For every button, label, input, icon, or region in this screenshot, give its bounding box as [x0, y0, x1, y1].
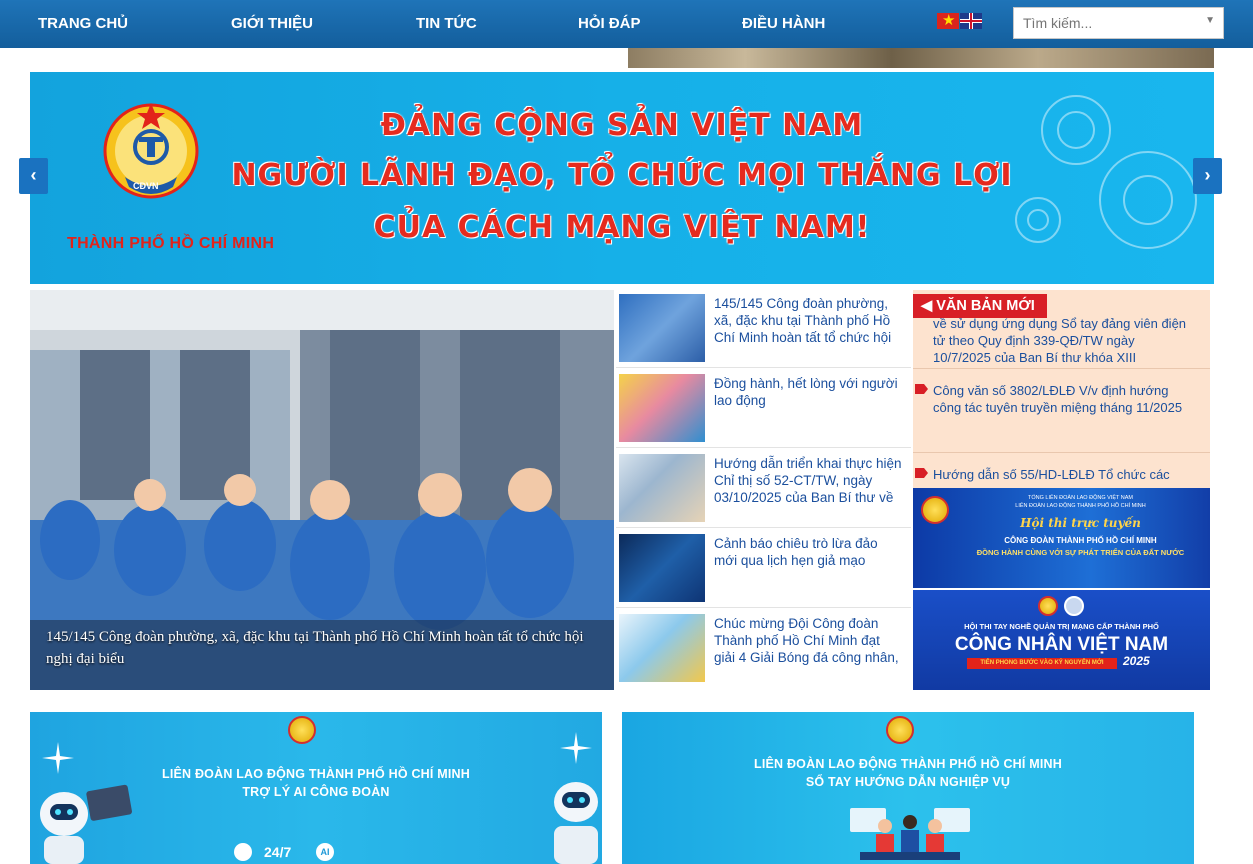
news-title[interactable]: Hướng dẫn triển khai thực hiện Chỉ thị s… [714, 455, 904, 506]
promo2-year: 2025 [1123, 654, 1150, 668]
list-item[interactable]: Đồng hành, hết lòng với người lao động [616, 370, 911, 448]
list-item[interactable]: Chúc mừng Đội Công đoàn Thành phố Hồ Chí… [616, 610, 911, 688]
news-list: 145/145 Công đoàn phường, xã, đặc khu tạ… [616, 290, 911, 690]
dropdown-caret-icon[interactable]: ▼ [1205, 15, 1215, 26]
robot-icon [554, 732, 598, 864]
news-thumbnail[interactable] [619, 454, 705, 522]
flag-bullet-icon [915, 468, 928, 478]
ai-icon: AI [316, 843, 334, 861]
documents-panel: về sử dụng ứng dụng Sổ tay đảng viên điệ… [913, 290, 1210, 488]
news-title[interactable]: 145/145 Công đoàn phường, xã, đặc khu tạ… [714, 295, 904, 346]
promo-line-1: CÔNG ĐOÀN THÀNH PHỐ HỒ CHÍ MINH [1004, 536, 1157, 545]
card2-line-1: LIÊN ĐOÀN LAO ĐỘNG THÀNH PHỐ HỒ CHÍ MINH [754, 757, 1062, 771]
vietnam-flag-icon[interactable]: ★ [937, 12, 959, 29]
news-thumbnail[interactable] [619, 614, 705, 682]
promo-org-line-1: TỔNG LIÊN ĐOÀN LAO ĐỘNG VIỆT NAM [1027, 495, 1134, 501]
news-title[interactable]: Cảnh báo chiêu trò lừa đảo mới qua lịch … [714, 535, 904, 569]
union-badge-icon [921, 496, 949, 524]
slider-prev-button[interactable]: ‹ [19, 158, 48, 194]
document-title[interactable]: về sử dụng ứng dụng Sổ tay đảng viên điệ… [933, 315, 1195, 366]
featured-caption[interactable]: 145/145 Công đoàn phường, xã, đặc khu tạ… [46, 626, 606, 670]
promo2-line-2: CÔNG NHÂN VIỆT NAM [954, 634, 1169, 655]
document-title[interactable]: Hướng dẫn số 55/HD-LĐLĐ Tổ chức các [933, 466, 1195, 483]
flag-bullet-icon [915, 384, 928, 394]
promo2-line-3: TIÊN PHONG BƯỚC VÀO KỶ NGUYÊN MỚI [967, 658, 1117, 669]
documents-heading-text: VĂN BẢN MỚI [936, 298, 1035, 314]
support-icon [234, 843, 252, 861]
robot-laptop-icon [40, 742, 132, 864]
megaphone-icon: ◀ [921, 298, 933, 314]
emblem-icon [1064, 596, 1084, 616]
team-meeting-icon [850, 808, 970, 860]
ai-assistant-card[interactable]: LIÊN ĐOÀN LAO ĐỘNG THÀNH PHỐ HỒ CHÍ MINH… [30, 712, 602, 864]
gears-decoration-icon [1015, 95, 1197, 249]
news-title[interactable]: Đồng hành, hết lòng với người lao động [714, 375, 904, 409]
document-title[interactable]: Công văn số 3802/LĐLĐ V/v định hướng côn… [933, 382, 1195, 416]
slider-next-button[interactable]: › [1193, 158, 1222, 194]
search-box[interactable]: ▼ [1013, 7, 1224, 39]
promo-banner-worker[interactable]: HỘI THI TAY NGHỀ QUẢN TRỊ MẠNG CẤP THÀNH… [913, 590, 1210, 690]
divider [913, 368, 1210, 369]
hero-banner[interactable]: CĐVN THÀNH PHỐ HỒ CHÍ MINH ĐẢNG CỘNG SẢN… [30, 72, 1214, 284]
search-input[interactable] [1014, 8, 1192, 38]
promo-banner-contest[interactable]: TỔNG LIÊN ĐOÀN LAO ĐỘNG VIỆT NAM LIÊN ĐO… [913, 488, 1210, 588]
divider [913, 452, 1210, 453]
nav-item-about[interactable]: GIỚI THIỆU [231, 15, 313, 32]
nav-item-qa[interactable]: HỎI ĐÁP [578, 15, 641, 32]
featured-article[interactable]: 145/145 Công đoàn phường, xã, đặc khu tạ… [30, 290, 614, 690]
handbook-card[interactable]: LIÊN ĐOÀN LAO ĐỘNG THÀNH PHỐ HỒ CHÍ MINH… [622, 712, 1194, 864]
news-thumbnail[interactable] [619, 534, 705, 602]
card1-hours: 24/7 [264, 844, 292, 860]
union-badge-icon [1038, 596, 1058, 616]
list-item[interactable]: 145/145 Công đoàn phường, xã, đặc khu tạ… [616, 290, 911, 368]
list-item[interactable]: Cảnh báo chiêu trò lừa đảo mới qua lịch … [616, 530, 911, 608]
nav-item-management[interactable]: ĐIỀU HÀNH [742, 15, 825, 32]
nav-item-news[interactable]: TIN TỨC [416, 15, 477, 32]
news-thumbnail[interactable] [619, 294, 705, 362]
nav-item-home[interactable]: TRANG CHỦ [38, 15, 128, 32]
union-badge-icon [288, 716, 316, 744]
promo-contest-title: Hội thi trực tuyến [1020, 516, 1141, 530]
news-title[interactable]: Chúc mừng Đội Công đoàn Thành phố Hồ Chí… [714, 615, 904, 666]
news-thumbnail[interactable] [619, 374, 705, 442]
union-badge-icon [886, 716, 914, 744]
card2-line-2: SỔ TAY HƯỚNG DẪN NGHIỆP VỤ [805, 775, 1011, 789]
promo-line-2: ĐỒNG HÀNH CÙNG VỚI SỰ PHÁT TRIỂN CỦA ĐẤT… [976, 548, 1185, 557]
uk-flag-icon[interactable] [960, 13, 982, 29]
main-navbar: TRANG CHỦ GIỚI THIỆU TIN TỨC HỎI ĐÁP ĐIỀ… [0, 0, 1253, 48]
documents-heading: ◀ VĂN BẢN MỚI [913, 294, 1047, 318]
list-item[interactable]: Hướng dẫn triển khai thực hiện Chỉ thị s… [616, 450, 911, 528]
promo2-line-1: HỘI THI TAY NGHỀ QUẢN TRỊ MẠNG CẤP THÀNH… [964, 622, 1159, 631]
promo-org-line-2: LIÊN ĐOÀN LAO ĐỘNG THÀNH PHỐ HỒ CHÍ MINH [1015, 503, 1146, 509]
